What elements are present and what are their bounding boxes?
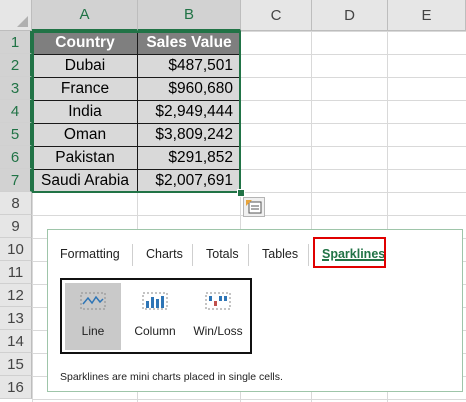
sales-value-cell[interactable]: $2,949,444: [138, 101, 241, 124]
fill-handle[interactable]: [237, 189, 245, 197]
tab-separator: [192, 244, 193, 266]
column-header-d[interactable]: D: [312, 0, 388, 31]
sparkline-line-label: Line: [81, 324, 105, 338]
row-header[interactable]: 11: [0, 261, 32, 284]
tab-totals[interactable]: Totals: [206, 240, 239, 268]
column-header-b[interactable]: B: [138, 0, 241, 31]
row-header[interactable]: 6: [0, 146, 32, 169]
row-header[interactable]: 7: [0, 169, 32, 192]
quick-analysis-panel: Formatting Charts Totals Tables Sparklin…: [47, 229, 463, 392]
tab-formatting[interactable]: Formatting: [60, 240, 120, 268]
row-header[interactable]: 8: [0, 192, 32, 215]
column-header-e[interactable]: E: [388, 0, 466, 31]
row-header[interactable]: 1: [0, 31, 32, 54]
quick-analysis-button[interactable]: [243, 197, 265, 217]
sales-value-cell[interactable]: $3,809,242: [138, 124, 241, 147]
row-header[interactable]: 13: [0, 307, 32, 330]
row-header[interactable]: 16: [0, 376, 32, 399]
column-header-a[interactable]: A: [32, 0, 138, 31]
sales-value-cell[interactable]: $291,852: [138, 147, 241, 170]
quick-analysis-icon: [246, 200, 262, 214]
row-header[interactable]: 15: [0, 353, 32, 376]
country-cell[interactable]: France: [33, 78, 138, 101]
row-header[interactable]: 10: [0, 238, 32, 261]
sparkline-winloss-option[interactable]: Win/Loss: [187, 283, 249, 350]
sparkline-column-option[interactable]: Column: [125, 283, 185, 350]
column-header-c[interactable]: C: [241, 0, 312, 31]
row-header[interactable]: 3: [0, 77, 32, 100]
tab-separator: [132, 244, 133, 266]
sales-value-cell[interactable]: $2,007,691: [138, 170, 241, 193]
tab-tables[interactable]: Tables: [262, 240, 298, 268]
row-header[interactable]: 14: [0, 330, 32, 353]
select-all-triangle-icon: [17, 16, 28, 27]
sparkline-column-icon: [142, 292, 168, 310]
sparklines-description: Sparklines are mini charts placed in sin…: [60, 371, 283, 383]
sparklines-tab-highlight: [313, 237, 386, 268]
sparkline-winloss-icon: [205, 292, 231, 310]
row-header[interactable]: 12: [0, 284, 32, 307]
sparkline-line-option[interactable]: Line: [65, 283, 121, 350]
country-cell[interactable]: Dubai: [33, 55, 138, 78]
sales-value-cell[interactable]: $487,501: [138, 55, 241, 78]
select-all-corner[interactable]: [0, 0, 32, 31]
sparkline-winloss-label: Win/Loss: [193, 324, 243, 338]
sparkline-column-label: Column: [134, 324, 176, 338]
tab-charts[interactable]: Charts: [146, 240, 183, 268]
row-header[interactable]: 5: [0, 123, 32, 146]
country-cell[interactable]: Saudi Arabia: [33, 170, 138, 193]
row-header[interactable]: 9: [0, 215, 32, 238]
row-header[interactable]: 2: [0, 54, 32, 77]
quick-analysis-tabs: Formatting Charts Totals Tables Sparklin…: [48, 237, 462, 268]
tab-separator: [308, 244, 309, 266]
sparkline-line-icon: [80, 292, 106, 310]
country-cell[interactable]: India: [33, 101, 138, 124]
country-cell[interactable]: Pakistan: [33, 147, 138, 170]
country-cell[interactable]: Oman: [33, 124, 138, 147]
table-header-cell[interactable]: Sales Value: [138, 32, 241, 55]
sparkline-options: Line Column Win/Loss: [60, 278, 252, 354]
sales-value-cell[interactable]: $960,680: [138, 78, 241, 101]
row-header[interactable]: 4: [0, 100, 32, 123]
table-header-cell[interactable]: Country: [33, 32, 138, 55]
tab-separator: [248, 244, 249, 266]
